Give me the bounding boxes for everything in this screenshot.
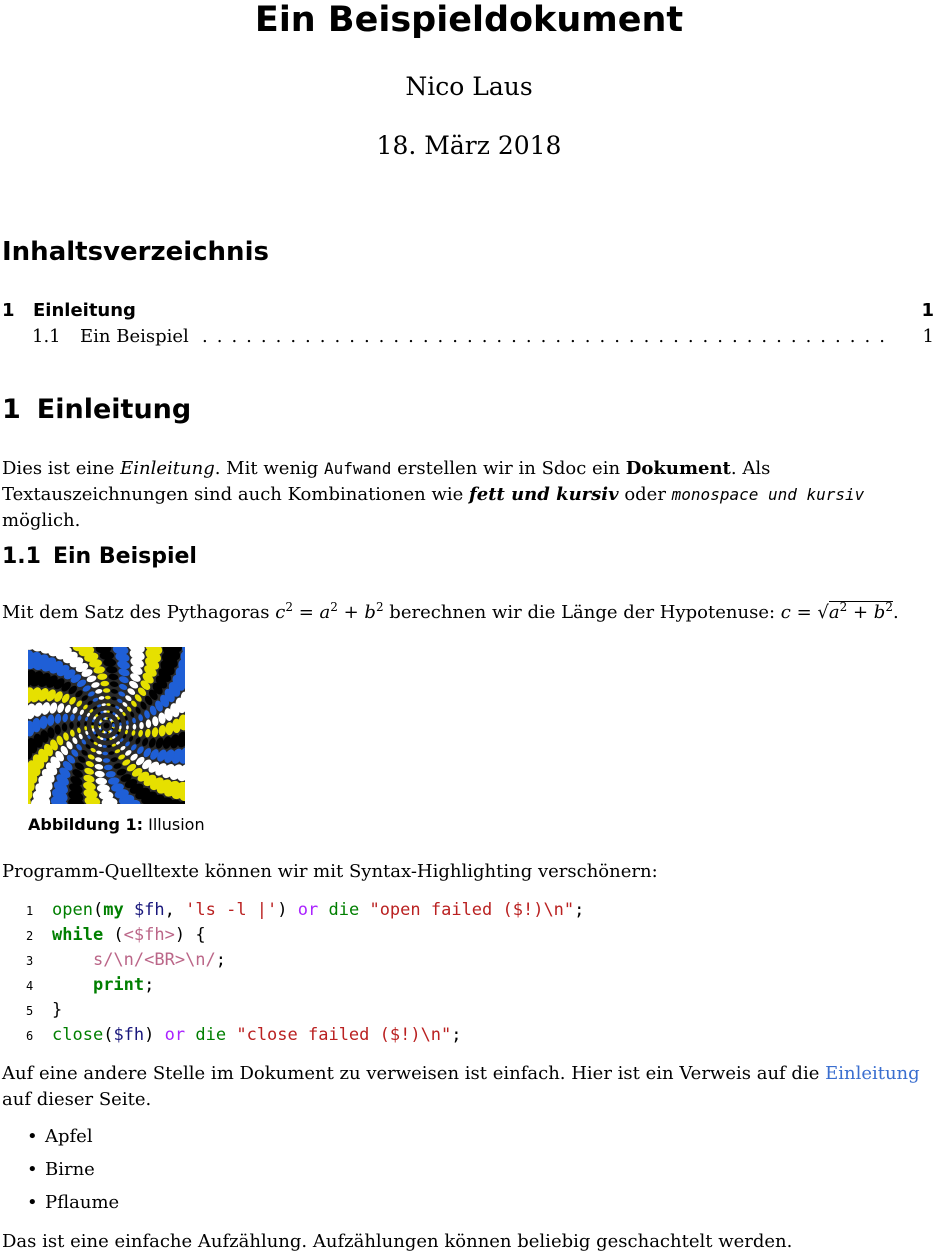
toc-entry-number: 1 bbox=[2, 300, 15, 321]
illusion-dot bbox=[69, 721, 74, 730]
link-einleitung[interactable]: Einleitung bbox=[825, 1063, 920, 1084]
toc-heading: Inhaltsverzeichnis bbox=[2, 237, 269, 267]
bullet-icon: • bbox=[27, 1192, 38, 1213]
bullet-icon: • bbox=[27, 1126, 38, 1147]
toc-entry-label[interactable]: Ein Beispiel bbox=[80, 326, 189, 347]
illusion-dot bbox=[98, 790, 114, 801]
bullet-icon: • bbox=[27, 1159, 38, 1180]
line-number: 6 bbox=[26, 1029, 34, 1043]
monospace-text: Aufwand bbox=[323, 459, 392, 478]
line-number: 3 bbox=[26, 954, 34, 968]
line-number: 2 bbox=[26, 929, 34, 943]
text-run: oder bbox=[618, 484, 672, 505]
section-number: 1 bbox=[2, 394, 21, 425]
toc-entry-page: 1 bbox=[922, 326, 934, 347]
list-item-text: Apfel bbox=[45, 1126, 93, 1147]
code-line: 4 print; bbox=[20, 973, 584, 998]
code-line: 5} bbox=[20, 998, 584, 1023]
figure-caption: Abbildung 1: Illusion bbox=[28, 815, 205, 834]
toc-entry-einleitung[interactable]: 1 Einleitung 1 bbox=[2, 300, 934, 324]
code-listing: 1 open(my $fh, 'ls -l |') or die "open fa… bbox=[20, 898, 584, 1048]
text-run: Mit dem Satz des Pythagoras bbox=[2, 602, 276, 623]
section-title: Ein Beispiel bbox=[52, 544, 197, 569]
illusion-figure bbox=[28, 647, 185, 804]
list-item: • Apfel bbox=[0, 1124, 119, 1157]
figure-label: Abbildung 1: bbox=[28, 815, 144, 834]
monospace-italic-text: monospace und kursiv bbox=[671, 485, 865, 504]
illusion-dot bbox=[99, 650, 115, 661]
illusion-dot bbox=[102, 758, 111, 763]
text-run: Dies ist eine bbox=[2, 458, 121, 479]
italic-text: Einleitung bbox=[120, 458, 215, 479]
code-line: 3 s/\n/<BR>\n/; bbox=[20, 948, 584, 973]
list-item-text: Pflaume bbox=[45, 1192, 120, 1213]
section-number: 1.1 bbox=[2, 544, 41, 569]
document-date: 18. März 2018 bbox=[376, 131, 562, 160]
code-line: 2 while (<$fh>) { bbox=[20, 923, 584, 948]
toc-entry-label[interactable]: Einleitung bbox=[33, 300, 136, 321]
bold-text: Dokument bbox=[625, 458, 731, 479]
text-run: Auf eine andere Stelle im Dokument zu ve… bbox=[2, 1063, 826, 1084]
formula-pythagoras: c2 = a2 + b2 bbox=[275, 600, 384, 623]
line-number: 1 bbox=[26, 904, 34, 918]
list-item: • Pflaume bbox=[0, 1190, 119, 1223]
illusion-dot bbox=[171, 718, 182, 734]
section-heading-einleitung: 1 Einleitung bbox=[2, 394, 191, 425]
paragraph-reference: Auf eine andere Stelle im Dokument zu ve… bbox=[2, 1061, 936, 1113]
text-run: . bbox=[892, 602, 899, 623]
illusion-dot bbox=[139, 721, 144, 730]
toc-entry-ein-beispiel[interactable]: 1.1 Ein Beispiel .......................… bbox=[2, 326, 934, 350]
text-run: erstellen wir in Sdoc ein bbox=[391, 458, 626, 479]
figure-caption-text: Illusion bbox=[148, 815, 205, 834]
paragraph-pythagoras: Mit dem Satz des Pythagoras c2 = a2 + b2… bbox=[2, 594, 936, 626]
text-run: berechnen wir die Länge der Hypotenuse: bbox=[383, 602, 781, 623]
section-title: Einleitung bbox=[36, 394, 192, 425]
text-run: auf dieser Seite. bbox=[2, 1089, 152, 1110]
paragraph-code-intro: Programm-Quelltexte können wir mit Synta… bbox=[2, 861, 658, 882]
line-number: 5 bbox=[26, 1004, 34, 1018]
text-run: . Mit wenig bbox=[214, 458, 324, 479]
illusion-dot bbox=[31, 717, 42, 733]
text-run: möglich. bbox=[2, 510, 81, 531]
document-title: Ein Beispieldokument bbox=[254, 0, 684, 40]
toc-entry-page: 1 bbox=[921, 300, 934, 321]
list-item-text: Birne bbox=[45, 1159, 95, 1180]
section-heading-ein-beispiel: 1.1 Ein Beispiel bbox=[2, 544, 197, 569]
toc-leader-dots: ........................................… bbox=[202, 326, 894, 347]
formula-hypotenuse: c = √a2 + b2 bbox=[780, 600, 893, 623]
toc-entry-number: 1.1 bbox=[32, 326, 61, 347]
code-line: 6 close($fh) or die "close failed ($!)\n"… bbox=[20, 1023, 584, 1048]
sqrt-symbol: √ bbox=[817, 602, 829, 623]
code-line: 1 open(my $fh, 'ls -l |') or die "open fa… bbox=[20, 898, 584, 923]
illusion-pattern bbox=[28, 647, 185, 804]
paragraph-list-note: Das ist eine einfache Aufzählung. Aufzäh… bbox=[2, 1231, 793, 1252]
line-number: 4 bbox=[26, 979, 34, 993]
bold-italic-text: fett und kursiv bbox=[469, 484, 619, 505]
list-item: • Birne bbox=[0, 1157, 119, 1190]
bullet-list: • Apfel • Birne • Pflaume bbox=[0, 1124, 119, 1223]
document-author: Nico Laus bbox=[405, 72, 533, 101]
illusion-dot bbox=[102, 688, 111, 693]
paragraph-intro: Dies ist eine Einleitung. Mit wenig Aufw… bbox=[2, 456, 936, 534]
illusion-center bbox=[103, 722, 110, 729]
